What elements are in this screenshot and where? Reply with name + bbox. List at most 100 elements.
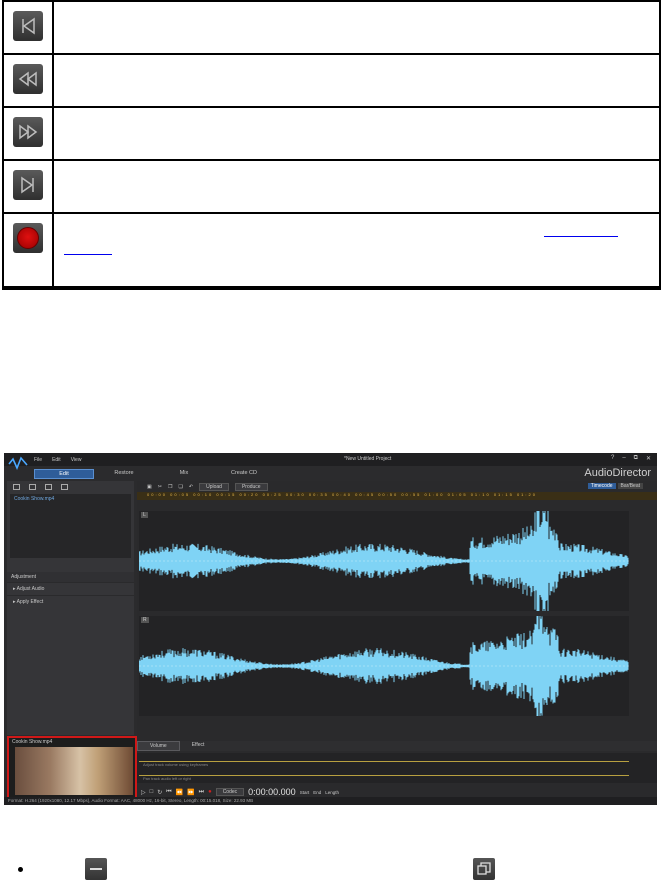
table-row	[4, 212, 659, 288]
minimize-icon	[85, 858, 107, 880]
video-frame	[15, 747, 133, 795]
status-bar: Format: H.264 (1920x1080, 12.17 Mbps), A…	[4, 797, 657, 805]
bullet-dot	[18, 866, 23, 872]
row-description	[54, 161, 659, 212]
left-panel: Cookin Show.mp4 Adjustment ▸ Adjust Audi…	[7, 481, 134, 735]
disc-icon[interactable]	[45, 483, 52, 490]
apply-effect-label: Apply Effect	[16, 599, 44, 605]
pan-lane-label: Pan track audio left or right	[143, 776, 191, 781]
play-icon[interactable]: ▷	[141, 789, 146, 796]
link-underline[interactable]	[544, 236, 618, 237]
tab-effect[interactable]: Effect	[180, 741, 217, 751]
row-description	[54, 214, 659, 286]
time-mode-toggle: Timecode Bar/Beat	[587, 483, 643, 489]
playback-controls-table	[2, 0, 661, 290]
audiodirector-logo-icon	[8, 456, 28, 470]
icon-cell	[4, 2, 54, 53]
menu-edit[interactable]: Edit	[52, 457, 61, 463]
paste-icon[interactable]: ❏	[178, 484, 182, 490]
apply-effect-item[interactable]: ▸ Apply Effect	[7, 595, 134, 608]
brand-label: AudioDirector	[584, 467, 651, 479]
level-meter-left	[633, 511, 655, 611]
record-icon[interactable]: ●	[208, 789, 212, 795]
fast-forward-icon	[13, 117, 43, 147]
lower-tabs: Volume Effect	[137, 741, 657, 751]
bar-beat-button[interactable]: Bar/Beat	[617, 483, 643, 489]
adjust-audio-label: Adjust Audio	[16, 586, 45, 592]
level-meter-right	[633, 616, 655, 716]
adjustment-header: Adjustment	[7, 572, 134, 582]
restore-window-icon	[473, 858, 495, 880]
current-timecode: 0:00:00.000	[248, 787, 296, 797]
copy-icon[interactable]: ❐	[168, 484, 172, 490]
new-icon[interactable]: ▣	[147, 484, 152, 490]
close-button[interactable]: ✕	[646, 455, 651, 462]
rewind-icon[interactable]: ⏪	[176, 789, 183, 796]
volume-lane-line[interactable]	[139, 761, 629, 762]
pan-lane-line[interactable]	[139, 775, 629, 776]
produce-button[interactable]: Produce	[234, 482, 268, 491]
skip-to-start-icon	[13, 11, 43, 41]
import-icon[interactable]	[13, 483, 20, 490]
editor-toolbar: ▣ ✂ ❐ ❏ ↶ Upload Produce	[137, 481, 657, 492]
title-bar: File Edit View *New Untitled Project ? –…	[4, 453, 657, 470]
channel-label-right: R	[141, 617, 149, 623]
volume-lane-label: Adjust track volume using keyframes	[143, 762, 209, 767]
cloud-icon[interactable]	[61, 483, 68, 490]
row-description	[54, 55, 659, 106]
tab-create-cd[interactable]: Create CD	[214, 469, 274, 479]
window-title: *New Untitled Project	[344, 456, 392, 462]
skip-to-end-icon	[13, 170, 43, 200]
help-button[interactable]: ?	[611, 455, 614, 462]
media-toolbar	[7, 481, 134, 492]
record-icon	[13, 223, 43, 253]
time-ruler[interactable]: 00:00 00:05 00:10 00:15 00:20 00:25 00:3…	[137, 492, 657, 500]
keyframe-lanes: Adjust track volume using keyframes Pan …	[137, 753, 657, 783]
table-row	[4, 0, 659, 53]
menu-file[interactable]: File	[34, 457, 42, 463]
upload-button[interactable]: Upload	[199, 482, 229, 491]
row-description	[54, 108, 659, 159]
icon-cell	[4, 214, 54, 286]
waveform-left[interactable]	[139, 511, 629, 611]
mode-tabs: Edit Restore Mix Create CD	[34, 469, 274, 479]
start-label: Start	[299, 789, 310, 795]
cut-icon[interactable]: ✂	[158, 484, 162, 490]
undo-icon[interactable]: ↶	[189, 484, 193, 490]
table-row	[4, 106, 659, 159]
restore-button[interactable]: ⧉	[634, 455, 638, 462]
tab-mix[interactable]: Mix	[154, 469, 214, 479]
tab-volume[interactable]: Volume	[137, 741, 180, 751]
table-row	[4, 53, 659, 106]
waveform-right[interactable]	[139, 616, 629, 716]
audiodirector-screenshot: File Edit View *New Untitled Project ? –…	[4, 453, 657, 805]
minimize-button[interactable]: –	[622, 455, 625, 462]
end-label: End	[313, 789, 322, 795]
row-description	[54, 2, 659, 53]
forward-icon[interactable]: ⏩	[187, 789, 194, 796]
video-preview-panel: Cookin Show.mp4	[7, 736, 137, 799]
adjust-audio-item[interactable]: ▸ Adjust Audio	[7, 582, 134, 595]
codec-button[interactable]: Codec	[215, 788, 245, 796]
preview-filename: Cookin Show.mp4	[12, 739, 53, 745]
editor-area: ▣ ✂ ❐ ❏ ↶ Upload Produce Timecode Bar/Be…	[137, 481, 657, 801]
stop-icon[interactable]: □	[150, 789, 154, 795]
skip-start-icon[interactable]: ⏮	[166, 789, 171, 796]
tab-restore[interactable]: Restore	[94, 469, 154, 479]
media-item[interactable]: Cookin Show.mp4	[10, 494, 131, 504]
bullet-line	[18, 858, 495, 880]
icon-cell	[4, 161, 54, 212]
icon-cell	[4, 55, 54, 106]
table-row	[4, 159, 659, 212]
media-library: Cookin Show.mp4	[10, 494, 131, 558]
menu-view[interactable]: View	[71, 457, 82, 463]
icon-cell	[4, 108, 54, 159]
rewind-icon	[13, 64, 43, 94]
link-underline[interactable]	[64, 254, 112, 255]
skip-end-icon[interactable]: ⏭	[199, 789, 204, 796]
import-folder-icon[interactable]	[29, 483, 36, 490]
loop-icon[interactable]: ↻	[157, 789, 162, 796]
tab-edit[interactable]: Edit	[34, 469, 94, 479]
length-label: Length	[325, 789, 339, 795]
timecode-button[interactable]: Timecode	[587, 483, 616, 489]
